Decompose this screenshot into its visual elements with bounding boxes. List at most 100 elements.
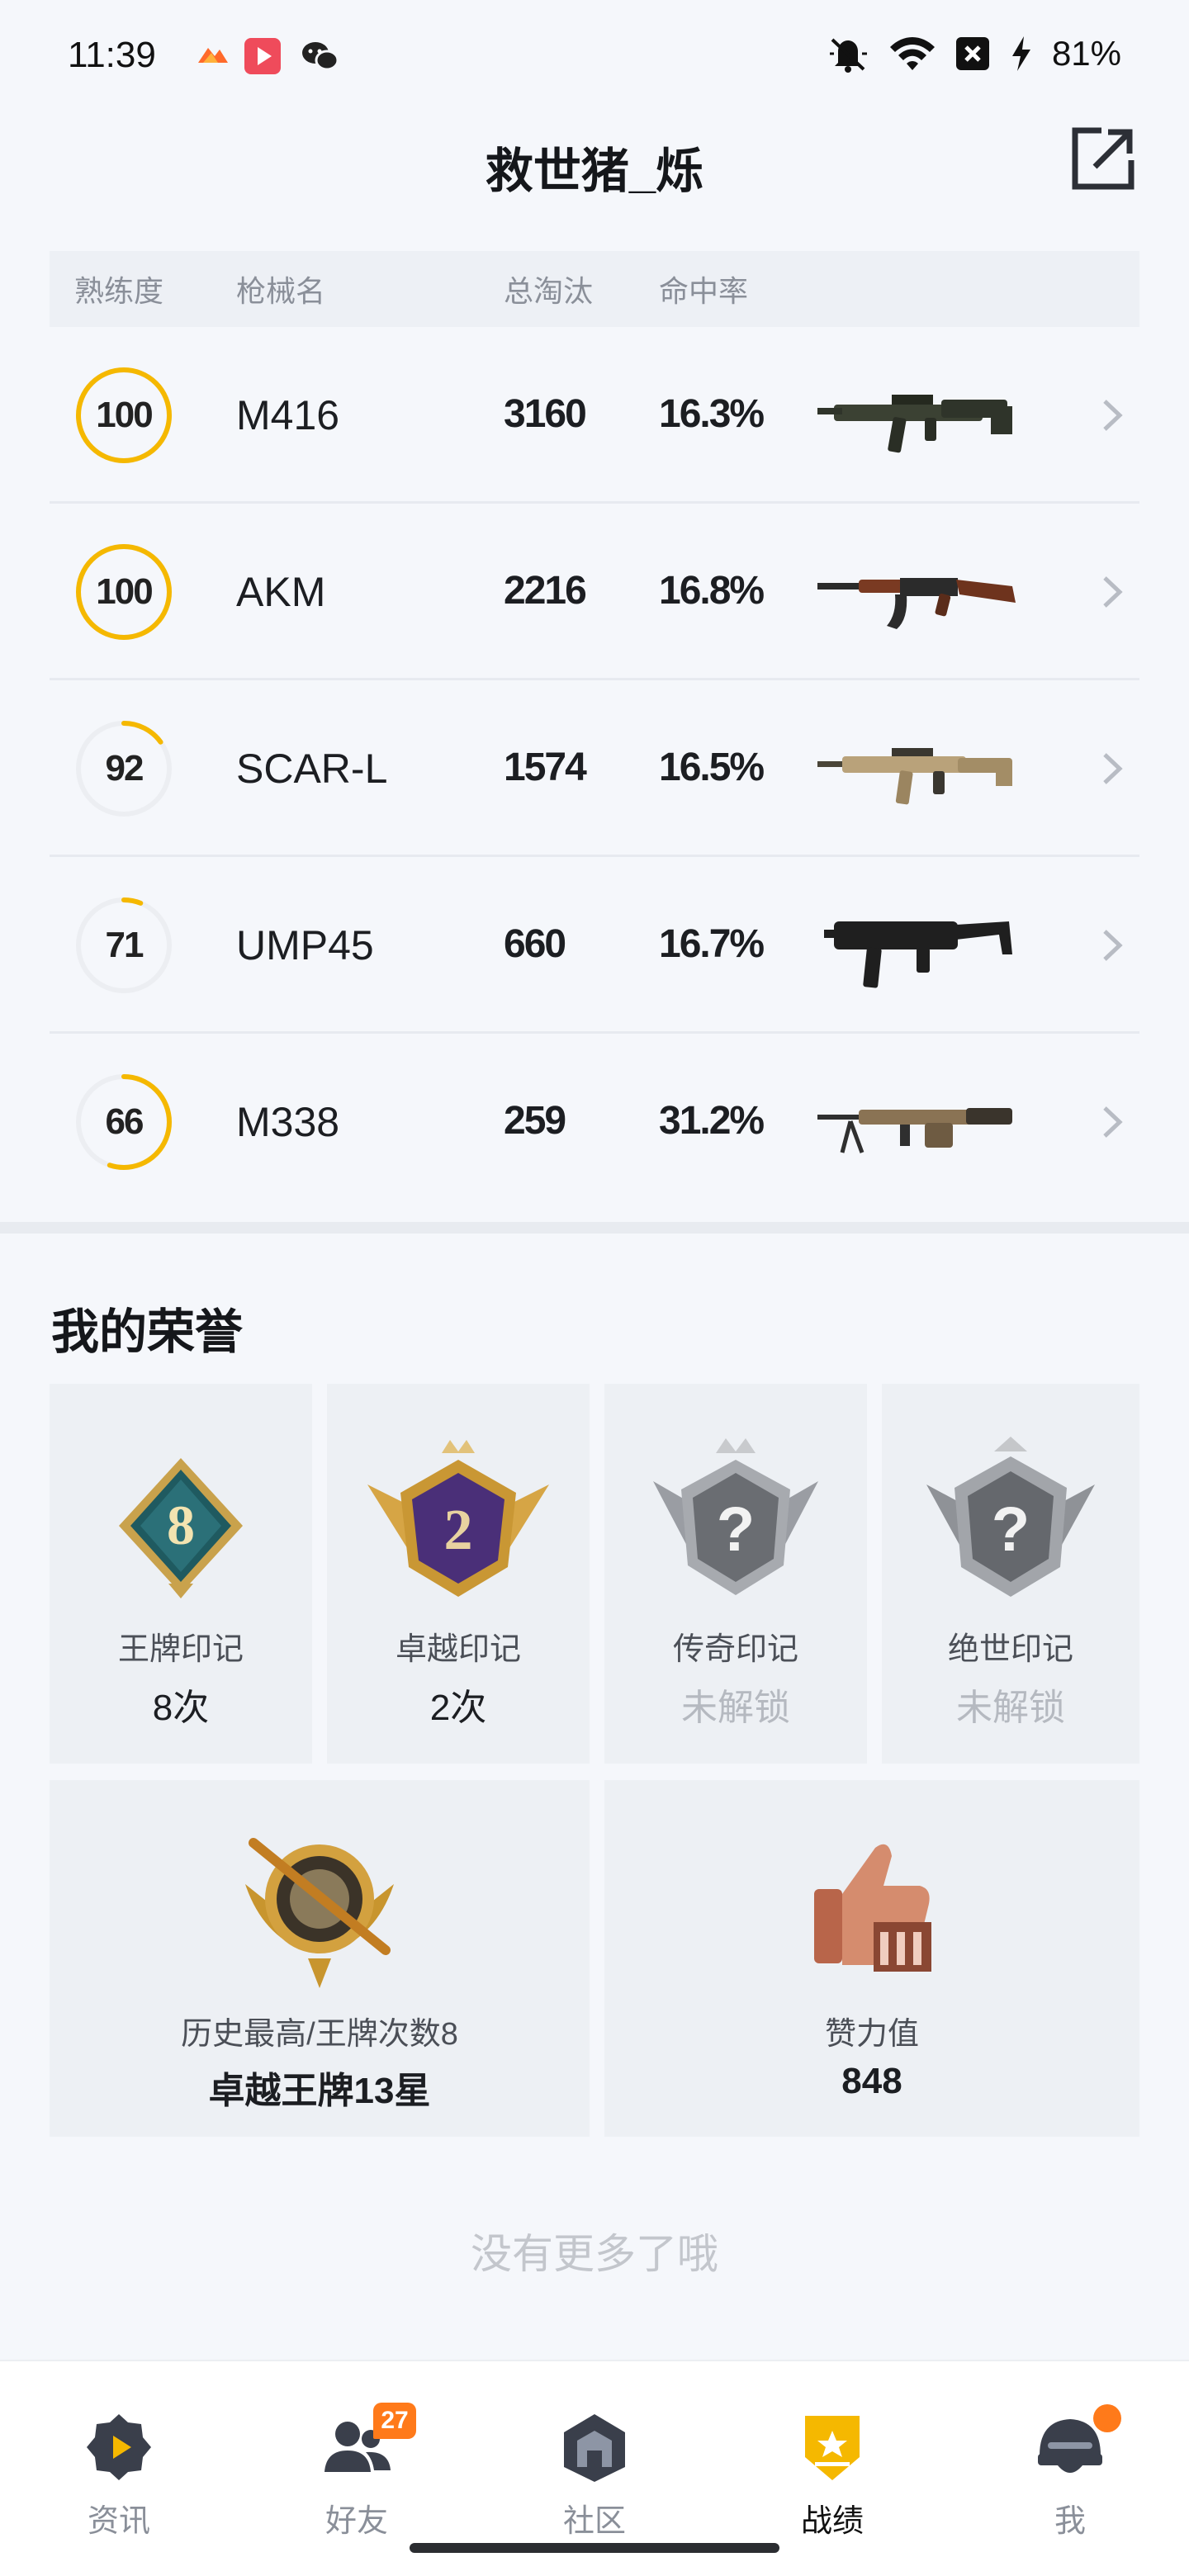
honor-card-label: 卓越印记 bbox=[395, 1632, 521, 1667]
share-external-icon[interactable] bbox=[1068, 124, 1138, 193]
proficiency-value: 66 bbox=[105, 1101, 144, 1142]
honor-card-peerless-mark[interactable]: ? 绝世印记 未解锁 bbox=[882, 1384, 1139, 1764]
total-kills: 1574 bbox=[504, 746, 587, 789]
friends-notification-badge: 27 bbox=[373, 2403, 416, 2439]
column-header-proficiency: 熟练度 bbox=[74, 274, 164, 308]
excellence-mark-badge-icon: 2 bbox=[367, 1440, 549, 1597]
nav-label: 好友 bbox=[324, 2504, 388, 2539]
nav-item-friends[interactable]: 27 好友 bbox=[274, 2386, 439, 2551]
status-icons: 81% bbox=[826, 33, 1121, 74]
hit-rate: 31.2% bbox=[659, 1099, 765, 1143]
page-title: 救世猪_烁 bbox=[485, 144, 704, 198]
total-kills: 3160 bbox=[504, 392, 587, 436]
hit-rate: 16.7% bbox=[659, 922, 765, 966]
column-header-hit-rate: 命中率 bbox=[659, 274, 749, 308]
weapon-name: M416 bbox=[236, 392, 340, 438]
history-best-value: 卓越王牌13星 bbox=[208, 2071, 431, 2111]
weapons-table: 熟练度 枪械名 总淘汰 命中率 100 M416 3160 16.3% 100 … bbox=[50, 251, 1139, 1210]
honor-card-value: 未解锁 bbox=[681, 1688, 790, 1728]
weapon-name: AKM bbox=[236, 569, 326, 615]
weapon-row-m338[interactable]: 66 M338 259 31.2% bbox=[50, 1034, 1139, 1210]
honor-card-value: 8次 bbox=[152, 1688, 210, 1728]
me-notification-dot bbox=[1093, 2404, 1121, 2432]
chevron-right-icon bbox=[1103, 400, 1123, 431]
home-indicator[interactable] bbox=[410, 2543, 779, 2553]
praise-value-number: 848 bbox=[841, 2061, 902, 2101]
legend-mark-badge-icon: ? bbox=[653, 1438, 818, 1595]
thumbs-up-icon bbox=[814, 1844, 931, 1972]
proficiency-value: 100 bbox=[96, 571, 153, 612]
total-kills: 259 bbox=[504, 1099, 566, 1143]
weapon-row-akm[interactable]: 100 AKM 2216 16.8% bbox=[50, 504, 1139, 680]
chevron-right-icon bbox=[1103, 576, 1123, 608]
weapon-name: UMP45 bbox=[236, 922, 374, 968]
akm-rifle-icon bbox=[817, 578, 1016, 629]
honor-section-title: 我的荣誉 bbox=[51, 1305, 244, 1359]
ace-mark-badge-icon: 8 bbox=[119, 1458, 243, 1598]
hit-rate: 16.5% bbox=[659, 746, 765, 789]
proficiency-value: 71 bbox=[105, 925, 144, 965]
honor-card-history-best[interactable]: 历史最高/王牌次数8 卓越王牌13星 bbox=[50, 1780, 590, 2137]
total-kills: 2216 bbox=[504, 569, 587, 613]
honor-card-ace-mark[interactable]: 8 王牌印记 8次 bbox=[50, 1384, 312, 1764]
nav-label-active: 战绩 bbox=[800, 2504, 864, 2539]
hit-rate: 16.8% bbox=[659, 569, 765, 613]
section-divider bbox=[0, 1222, 1189, 1234]
no-more-content-text: 没有更多了哦 bbox=[471, 2231, 718, 2277]
honor-card-value: 2次 bbox=[429, 1688, 487, 1728]
nav-item-news[interactable]: 资讯 bbox=[36, 2386, 201, 2551]
m338-machine-gun-icon bbox=[817, 1108, 1012, 1153]
nav-label: 我 bbox=[1054, 2504, 1086, 2539]
status-time: 11:39 bbox=[68, 35, 156, 75]
legend-mark-badge-question: ? bbox=[717, 1494, 755, 1565]
honor-card-legend-mark[interactable]: ? 传奇印记 未解锁 bbox=[604, 1384, 867, 1764]
news-icon bbox=[87, 2414, 151, 2480]
proficiency-value: 100 bbox=[96, 395, 153, 435]
ump45-smg-icon bbox=[824, 921, 1012, 988]
charging-icon bbox=[1011, 36, 1030, 71]
table-header: 熟练度 枪械名 总淘汰 命中率 bbox=[50, 251, 1139, 327]
chevron-right-icon bbox=[1103, 930, 1123, 961]
praise-value-label: 赞力值 bbox=[824, 2017, 919, 2052]
weapon-row-m416[interactable]: 100 M416 3160 16.3% bbox=[50, 327, 1139, 504]
weapon-name: SCAR-L bbox=[236, 746, 388, 792]
column-header-weapon-name: 枪械名 bbox=[236, 274, 326, 308]
honor-card-excellence-mark[interactable]: 2 卓越印记 2次 bbox=[327, 1384, 590, 1764]
weapon-name: M338 bbox=[236, 1099, 340, 1145]
battery-level: 81% bbox=[1051, 34, 1121, 73]
hit-rate: 16.3% bbox=[659, 392, 765, 436]
honor-card-label: 传奇印记 bbox=[672, 1632, 798, 1667]
history-best-label: 历史最高/王牌次数8 bbox=[181, 2017, 458, 2052]
nav-label: 社区 bbox=[562, 2504, 626, 2539]
peerless-mark-badge-question: ? bbox=[992, 1494, 1030, 1565]
wifi-icon bbox=[889, 37, 935, 70]
nav-item-me[interactable]: 我 bbox=[988, 2386, 1153, 2551]
video-app-icon bbox=[244, 38, 281, 74]
mute-icon bbox=[829, 38, 867, 73]
community-icon bbox=[564, 2414, 625, 2482]
excellence-mark-badge-number: 2 bbox=[444, 1499, 473, 1562]
chevron-right-icon bbox=[1103, 1106, 1123, 1138]
nav-label: 资讯 bbox=[87, 2504, 150, 2539]
app-icon-orange bbox=[195, 38, 231, 74]
nav-item-community[interactable]: 社区 bbox=[512, 2386, 677, 2551]
total-kills: 660 bbox=[504, 922, 566, 966]
honor-card-praise-value[interactable]: 赞力值 848 bbox=[604, 1780, 1139, 2137]
column-header-total-kills: 总淘汰 bbox=[504, 274, 594, 308]
ace-rank-badge-icon bbox=[245, 1838, 394, 1988]
status-bar: 11:39 81% bbox=[0, 0, 1189, 107]
honor-card-label: 绝世印记 bbox=[947, 1632, 1073, 1667]
nav-item-record[interactable]: 战绩 bbox=[750, 2386, 915, 2551]
ace-mark-badge-number: 8 bbox=[167, 1494, 195, 1556]
honor-card-label: 王牌印记 bbox=[117, 1632, 244, 1667]
x-box-icon bbox=[955, 37, 989, 70]
honor-card-value: 未解锁 bbox=[956, 1688, 1065, 1728]
scar-l-rifle-icon bbox=[817, 748, 1012, 805]
peerless-mark-badge-icon: ? bbox=[926, 1437, 1095, 1597]
record-icon bbox=[805, 2416, 860, 2480]
weapon-row-scar-l[interactable]: 92 SCAR-L 1574 16.5% bbox=[50, 680, 1139, 857]
chevron-right-icon bbox=[1103, 753, 1123, 784]
proficiency-value: 92 bbox=[105, 748, 144, 788]
m416-rifle-icon bbox=[817, 395, 1012, 453]
weapon-row-ump45[interactable]: 71 UMP45 660 16.7% bbox=[50, 857, 1139, 1034]
